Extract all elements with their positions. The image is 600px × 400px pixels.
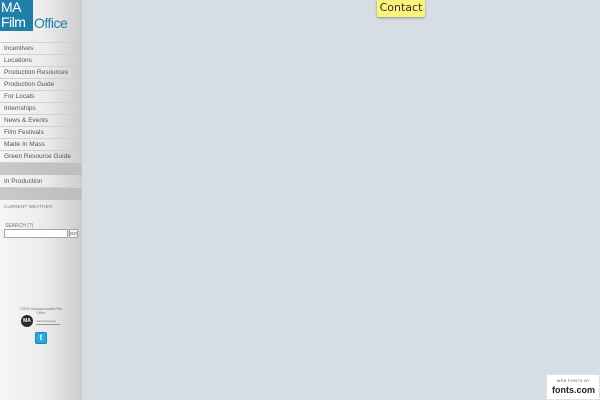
webfonts-badge[interactable]: WEB FONTS BY fonts.com xyxy=(546,374,600,400)
nav-item-internships[interactable]: Internships xyxy=(0,103,81,115)
nav-item-incentives[interactable]: Incentives xyxy=(0,43,81,55)
contact-button[interactable]: Contact xyxy=(377,0,425,17)
logo-text-office: Office xyxy=(34,15,68,31)
twitter-icon[interactable]: t xyxy=(35,332,47,344)
partner-logo[interactable]: massachusetts xyxy=(36,318,60,325)
ma-badge-icon[interactable]: MA xyxy=(21,315,33,327)
nav-item-made-in-mass[interactable]: Made In Mass xyxy=(0,139,81,151)
logo-text-ma: MA xyxy=(1,0,22,15)
nav-item-film-festivals[interactable]: Film Festivals xyxy=(0,127,81,139)
logo-box: MA Film xyxy=(0,0,33,31)
nav-item-in-production[interactable]: In Production xyxy=(0,176,81,188)
main-nav: Incentives Locations Production Resource… xyxy=(0,42,81,163)
sidebar: MA Film Office Incentives Locations Prod… xyxy=(0,0,82,400)
nav-item-for-locals[interactable]: For Locals xyxy=(0,91,81,103)
weather-label: CURRENT WEATHER xyxy=(4,204,53,209)
nav-item-locations[interactable]: Locations xyxy=(0,55,81,67)
copyright-text: ©2012 Massachusetts Film Office xyxy=(19,307,63,315)
search-form: GO xyxy=(4,229,78,238)
nav-item-production-resources[interactable]: Production Resources xyxy=(0,67,81,79)
site-logo[interactable]: MA Film Office xyxy=(0,0,75,31)
webfonts-label: WEB FONTS BY xyxy=(556,379,591,383)
nav-divider-band xyxy=(0,163,81,175)
nav-divider-band xyxy=(0,188,81,200)
nav-item-news-events[interactable]: News & Events xyxy=(0,115,81,127)
footer-logos: MA massachusetts xyxy=(21,315,60,327)
search-input[interactable] xyxy=(4,229,68,238)
nav-item-green-resource-guide[interactable]: Green Resource Guide xyxy=(0,151,81,163)
nav-item-production-guide[interactable]: Production Guide xyxy=(0,79,81,91)
logo-text-film: Film xyxy=(1,14,26,30)
search-go-button[interactable]: GO xyxy=(69,229,78,238)
webfonts-brand: fonts.com xyxy=(552,385,596,395)
